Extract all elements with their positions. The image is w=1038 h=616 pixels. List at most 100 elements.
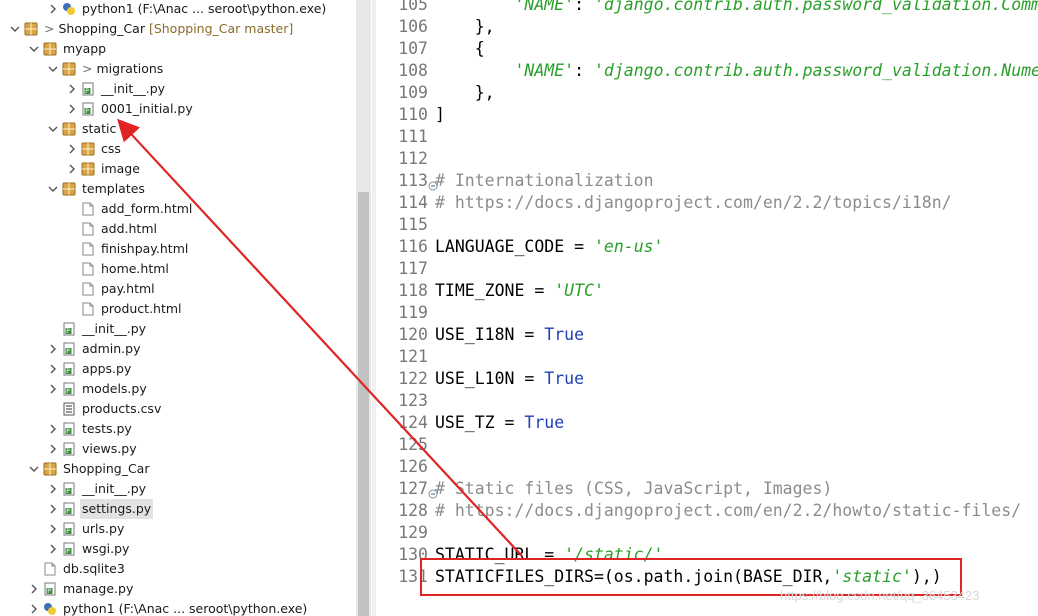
collapse-arrow-icon[interactable]	[48, 124, 58, 134]
tree-item-label: __init__.py	[99, 79, 167, 99]
expand-arrow-icon[interactable]	[29, 604, 39, 614]
tree-item-label: __init__.py	[80, 319, 148, 339]
python-file-icon: P	[62, 422, 76, 436]
tree-item-label: css	[99, 139, 123, 159]
code-line[interactable]: 113 # Internationalization	[376, 170, 1038, 192]
tree-item[interactable]: add_form.html	[0, 199, 356, 219]
code-line[interactable]: 114 # https://docs.djangoproject.com/en/2…	[376, 192, 1038, 214]
code-token: USE_I18N =	[435, 325, 545, 344]
tree-item-label: > migrations	[80, 59, 165, 79]
tree-item[interactable]: P __init__.py	[0, 79, 356, 99]
code-line[interactable]: 109 },	[376, 82, 1038, 104]
tree-item[interactable]: templates	[0, 179, 356, 199]
code-line[interactable]: 111	[376, 126, 1038, 148]
code-token: USE_TZ =	[435, 413, 525, 432]
tree-item-label: admin.py	[80, 339, 142, 359]
tree-item[interactable]: db.sqlite3	[0, 559, 356, 579]
code-line[interactable]: 117	[376, 258, 1038, 280]
tree-item[interactable]: P __init__.py	[0, 319, 356, 339]
line-number: 106	[398, 17, 428, 36]
tree-item-label: urls.py	[80, 519, 126, 539]
tree-item[interactable]: static	[0, 119, 356, 139]
code-line[interactable]: 126	[376, 456, 1038, 478]
tree-item-label: home.html	[99, 259, 171, 279]
expand-arrow-icon[interactable]	[48, 4, 58, 14]
expand-arrow-icon[interactable]	[29, 584, 39, 594]
tree-item[interactable]: finishpay.html	[0, 239, 356, 259]
collapse-arrow-icon[interactable]	[10, 24, 20, 34]
tree-item[interactable]: python1 (F:\Anac ... seroot\python.exe)	[0, 599, 356, 616]
tree-item[interactable]: Ptests.py	[0, 419, 356, 439]
tree-item-label: myapp	[61, 39, 108, 59]
expand-arrow-icon[interactable]	[48, 444, 58, 454]
tree-item[interactable]: Pmodels.py	[0, 379, 356, 399]
code-line[interactable]: 108 'NAME': 'django.contrib.auth.passwor…	[376, 60, 1038, 82]
collapse-arrow-icon[interactable]	[48, 64, 58, 74]
tree-item[interactable]: > migrations	[0, 59, 356, 79]
tree-item[interactable]: Psettings.py	[0, 499, 356, 519]
code-line[interactable]: 112	[376, 148, 1038, 170]
code-line[interactable]: 123	[376, 390, 1038, 412]
code-line[interactable]: 105 'NAME': 'django.contrib.auth.passwor…	[376, 0, 1038, 16]
tree-item[interactable]: Pwsgi.py	[0, 539, 356, 559]
expand-arrow-icon[interactable]	[48, 544, 58, 554]
tree-item[interactable]: home.html	[0, 259, 356, 279]
code-line[interactable]: 129	[376, 522, 1038, 544]
tree-item[interactable]: > Shopping_Car [Shopping_Car master]	[0, 19, 356, 39]
code-line[interactable]: 128 # https://docs.djangoproject.com/en/2…	[376, 500, 1038, 522]
tree-item[interactable]: Pviews.py	[0, 439, 356, 459]
line-number: 129	[398, 523, 428, 542]
tree-item[interactable]: image	[0, 159, 356, 179]
code-line[interactable]: 127 # Static files (CSS, JavaScript, Imag…	[376, 478, 1038, 500]
tree-item[interactable]: P 0001_initial.py	[0, 99, 356, 119]
expand-arrow-icon[interactable]	[48, 384, 58, 394]
code-line[interactable]: 121	[376, 346, 1038, 368]
project-explorer-tree[interactable]: python1 (F:\Anac ... seroot\python.exe) >…	[0, 0, 356, 616]
expand-arrow-icon[interactable]	[48, 424, 58, 434]
tree-item[interactable]: css	[0, 139, 356, 159]
expand-arrow-icon[interactable]	[48, 524, 58, 534]
tree-item[interactable]: Shopping_Car	[0, 459, 356, 479]
expand-arrow-icon[interactable]	[67, 104, 77, 114]
code-line[interactable]: 119	[376, 302, 1038, 324]
expand-arrow-icon[interactable]	[48, 364, 58, 374]
tree-item[interactable]: Pmanage.py	[0, 579, 356, 599]
tree-item[interactable]: Purls.py	[0, 519, 356, 539]
code-line[interactable]: 120 USE_I18N = True	[376, 324, 1038, 346]
expand-arrow-icon[interactable]	[48, 344, 58, 354]
tree-item[interactable]: P __init__.py	[0, 479, 356, 499]
code-line[interactable]: 118 TIME_ZONE = 'UTC'	[376, 280, 1038, 302]
line-number: 107	[398, 39, 428, 58]
code-text: },	[435, 16, 495, 38]
code-line[interactable]: 110]	[376, 104, 1038, 126]
code-line[interactable]: 115	[376, 214, 1038, 236]
expand-arrow-icon[interactable]	[48, 504, 58, 514]
line-number: 119	[398, 303, 428, 322]
code-line[interactable]: 124 USE_TZ = True	[376, 412, 1038, 434]
line-number: 114	[398, 193, 428, 212]
code-line[interactable]: 106 },	[376, 16, 1038, 38]
tree-scrollbar-thumb[interactable]	[358, 192, 369, 616]
expand-arrow-icon[interactable]	[67, 84, 77, 94]
collapse-arrow-icon[interactable]	[29, 464, 39, 474]
expand-arrow-icon[interactable]	[67, 164, 77, 174]
tree-item[interactable]: myapp	[0, 39, 356, 59]
tree-item[interactable]: python1 (F:\Anac ... seroot\python.exe)	[0, 0, 356, 19]
tree-item[interactable]: Padmin.py	[0, 339, 356, 359]
code-line[interactable]: 116 LANGUAGE_CODE = 'en-us'	[376, 236, 1038, 258]
code-line[interactable]: 125	[376, 434, 1038, 456]
collapse-arrow-icon[interactable]	[29, 44, 39, 54]
expand-arrow-icon[interactable]	[67, 144, 77, 154]
tree-item[interactable]: products.csv	[0, 399, 356, 419]
tree-item[interactable]: Papps.py	[0, 359, 356, 379]
tree-item[interactable]: add.html	[0, 219, 356, 239]
expand-arrow-icon[interactable]	[48, 484, 58, 494]
tree-item-text: home.html	[101, 261, 169, 276]
tree-item[interactable]: product.html	[0, 299, 356, 319]
collapse-arrow-icon[interactable]	[48, 184, 58, 194]
code-line[interactable]: 107 {	[376, 38, 1038, 60]
package-icon	[43, 462, 57, 476]
code-text: # https://docs.djangoproject.com/en/2.2/…	[435, 192, 952, 214]
code-line[interactable]: 122 USE_L10N = True	[376, 368, 1038, 390]
tree-item[interactable]: pay.html	[0, 279, 356, 299]
